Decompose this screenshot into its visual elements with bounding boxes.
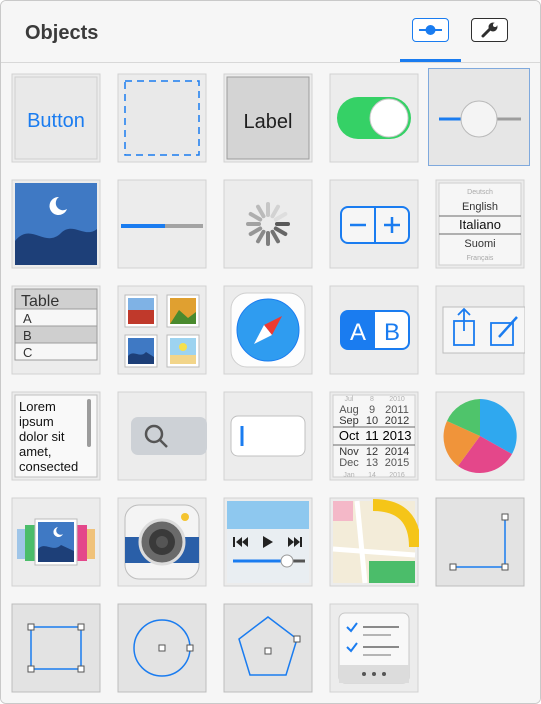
page-view-object-tile[interactable]	[11, 497, 101, 587]
button-object-label: Button	[27, 110, 85, 132]
object-library-panel: Objects Button Label Deutsch English Ita…	[0, 0, 541, 704]
active-tab-indicator	[400, 59, 461, 62]
picker-item-4: Français	[467, 255, 494, 262]
table-view-object-tile[interactable]: Table A B C	[11, 285, 101, 375]
date-picker-month: Jul	[345, 396, 354, 403]
text-view-line-2: dolor sit	[19, 429, 65, 444]
checklist-object-tile[interactable]	[329, 603, 419, 693]
date-picker-year: 2016	[389, 472, 405, 479]
date-picker-month: Oct	[339, 428, 360, 443]
switch-object-tile[interactable]	[329, 73, 419, 163]
date-picker-day: 14	[368, 472, 376, 479]
date-picker-day: 13	[366, 457, 378, 469]
date-picker-month: Sep	[339, 415, 359, 427]
panel-title: Objects	[25, 22, 99, 44]
chart-object-tile[interactable]	[435, 391, 525, 481]
slider-icon	[419, 25, 442, 35]
view-object-tile[interactable]	[117, 73, 207, 163]
table-header-text: Table	[21, 293, 59, 310]
attributes-tab-button[interactable]	[471, 18, 508, 42]
picker-item-0: Deutsch	[467, 189, 493, 196]
collection-view-object-tile[interactable]	[117, 285, 207, 375]
text-view-object-tile[interactable]: Lorem ipsum dolor sit amet, consected	[11, 391, 101, 481]
date-picker-day: 10	[366, 415, 378, 427]
table-row-a: A	[23, 311, 32, 326]
date-picker-object-tile[interactable]: Jul 8 2010 Aug 9 2011 Sep 10 2012 Oct 11 2013 Nov 12 2…	[329, 391, 419, 481]
progress-view-object-tile[interactable]	[117, 179, 207, 269]
activity-indicator-object-tile[interactable]	[223, 179, 313, 269]
button-object-tile[interactable]: Button	[11, 73, 101, 163]
date-picker-day: 11	[365, 428, 379, 443]
toolbar-object-tile[interactable]	[435, 285, 525, 375]
picker-view-object-tile[interactable]: Deutsch English Italiano Suomi Français	[435, 179, 525, 269]
web-view-object-tile[interactable]	[223, 285, 313, 375]
camera-object-tile[interactable]	[117, 497, 207, 587]
stepper-object-tile[interactable]	[329, 179, 419, 269]
date-picker-year: 2015	[385, 457, 409, 469]
search-bar-object-tile[interactable]	[117, 391, 207, 481]
picker-item-1: English	[462, 201, 498, 213]
text-view-line-0: Lorem	[19, 399, 56, 414]
slider-object-tile[interactable]	[428, 68, 530, 166]
text-view-line-1: ipsum	[19, 414, 54, 429]
segmented-control-object-tile[interactable]: A B	[329, 285, 419, 375]
date-picker-day: 8	[370, 396, 374, 403]
date-picker-year: 2013	[383, 428, 412, 443]
table-row-c: C	[23, 345, 32, 360]
date-picker-year: 2010	[389, 396, 405, 403]
line-shape-object-tile[interactable]	[435, 497, 525, 587]
object-grid: Button Label Deutsch English Italiano Su…	[1, 63, 540, 703]
text-view-line-4: consected	[19, 459, 78, 474]
picker-item-2: Italiano	[459, 217, 501, 232]
table-row-b: B	[23, 328, 32, 343]
date-picker-month: Jan	[343, 472, 354, 479]
picker-item-3: Suomi	[464, 238, 495, 250]
rectangle-shape-object-tile[interactable]	[11, 603, 101, 693]
circle-shape-object-tile[interactable]	[117, 603, 207, 693]
text-field-object-tile[interactable]	[223, 391, 313, 481]
date-picker-year: 2012	[385, 415, 409, 427]
image-view-object-tile[interactable]	[11, 179, 101, 269]
label-object-label: Label	[244, 111, 293, 133]
label-object-tile[interactable]: Label	[223, 73, 313, 163]
wrench-icon	[481, 22, 498, 38]
panel-header: Objects	[1, 1, 540, 63]
segment-a-label: A	[350, 319, 366, 346]
date-picker-month: Dec	[339, 457, 359, 469]
text-view-line-3: amet,	[19, 444, 52, 459]
segment-b-label: B	[384, 319, 400, 346]
map-view-object-tile[interactable]	[329, 497, 419, 587]
media-player-object-tile[interactable]	[223, 497, 313, 587]
objects-tab-button[interactable]	[412, 18, 449, 42]
polygon-shape-object-tile[interactable]	[223, 603, 313, 693]
